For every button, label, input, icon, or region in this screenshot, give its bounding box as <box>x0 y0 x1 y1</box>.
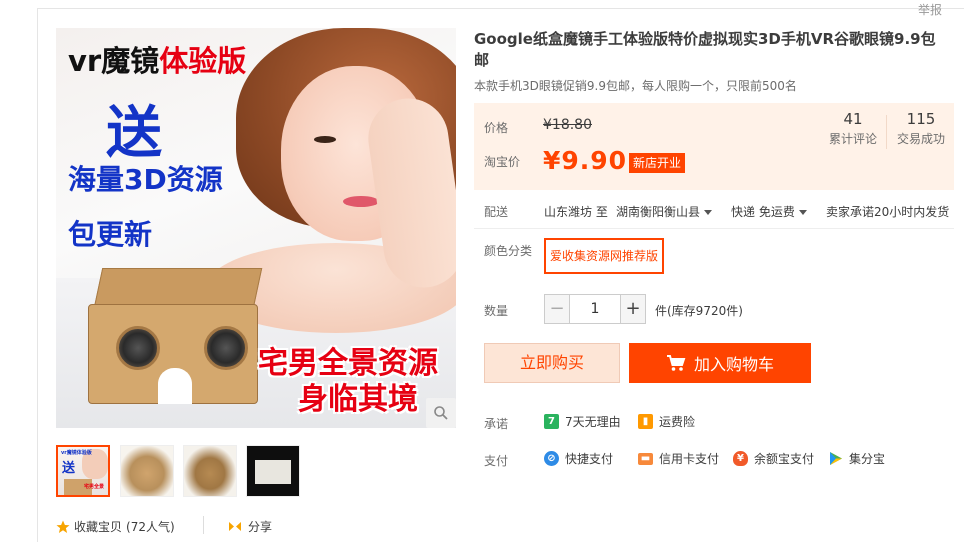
shipping-destination: 湖南衡阳衡山县 <box>616 205 701 219</box>
payment-credit-card[interactable]: ▬ 信用卡支付 <box>638 450 719 467</box>
promise-shipping-insurance[interactable]: ▮ 运费险 <box>638 413 695 430</box>
jifenbao-icon <box>830 452 842 465</box>
new-shop-badge: 新店开业 <box>629 153 686 173</box>
thumbnail-gift: 送 <box>62 461 76 476</box>
payment-jifenbao-label: 集分宝 <box>849 452 886 466</box>
quantity-input[interactable]: 1 <box>570 294 620 324</box>
stat-divider <box>886 115 887 149</box>
magnifier-icon <box>434 406 448 420</box>
cardboard-lens-right <box>204 326 248 370</box>
promise-seven-day-label: 7天无理由 <box>565 415 621 429</box>
promise-seven-day[interactable]: 7 7天无理由 <box>544 413 621 430</box>
thumbnail-caption: vr魔镜体验版 <box>61 450 92 456</box>
shipping-method: 快递 免运费 <box>731 205 795 219</box>
thumbnail-1[interactable]: vr魔镜体验版 送 宅男全景 <box>56 445 110 497</box>
payment-credit-card-label: 信用卡支付 <box>659 452 720 466</box>
thumbnail-paper <box>255 460 291 484</box>
shipping-row: 配送 山东潍坊 至 湖南衡阳衡山县 快递 免运费 卖家承诺20小时内发货 <box>474 197 954 229</box>
cardboard-lens-left <box>116 326 160 370</box>
quantity-decrease-button[interactable]: − <box>544 294 570 324</box>
share-button[interactable]: 分享 <box>228 518 272 535</box>
quantity-stepper: − 1 + <box>544 294 646 324</box>
star-icon <box>56 520 70 533</box>
promo-immersive-text: 身临其境 <box>298 382 418 417</box>
thumbnail-2[interactable] <box>120 445 174 497</box>
shipping-destination-select[interactable]: 湖南衡阳衡山县 <box>616 203 713 220</box>
shipping-from: 山东潍坊 至 <box>544 205 608 219</box>
shipping-promise: 卖家承诺20小时内发货 <box>826 205 950 219</box>
favorite-label: 收藏宝贝 <box>74 520 123 534</box>
share-icon <box>229 522 241 531</box>
chevron-down-icon <box>798 210 807 215</box>
payment-label: 支付 <box>484 454 509 468</box>
zoom-button[interactable] <box>426 398 456 428</box>
color-label: 颜色分类 <box>484 244 533 258</box>
payment-yuebao[interactable]: ¥ 余额宝支付 <box>733 450 814 467</box>
frame-left-border <box>37 8 38 542</box>
promo-vr-text: vr魔镜 <box>68 44 160 78</box>
promise-shipping-insurance-label: 运费险 <box>659 415 696 429</box>
promo-trial-text: 体验版 <box>159 44 247 78</box>
cart-icon <box>666 355 686 371</box>
yuebao-icon: ¥ <box>733 451 748 466</box>
seven-day-icon: 7 <box>544 414 559 429</box>
payment-quick-pay-label: 快捷支付 <box>565 452 614 466</box>
sales-count: 115 <box>906 110 936 128</box>
payment-yuebao-label: 余额宝支付 <box>754 452 815 466</box>
current-price: ¥9.90 <box>543 146 628 175</box>
cardboard-top <box>93 268 263 308</box>
add-to-cart-button[interactable]: 加入购物车 <box>629 343 811 383</box>
favorite-share-divider <box>203 516 204 534</box>
image-eye-left <box>314 136 336 143</box>
quantity-increase-button[interactable]: + <box>620 294 646 324</box>
sales-stat: 115 交易成功 <box>893 110 949 147</box>
payment-jifenbao[interactable]: 集分宝 <box>828 450 885 467</box>
quantity-label: 数量 <box>484 304 509 318</box>
shipping-method-select[interactable]: 快递 免运费 <box>731 203 807 220</box>
promo-vr-title: vr魔镜体验版 <box>68 38 246 80</box>
promo-update-text: 包更新 <box>68 218 153 251</box>
buy-now-button[interactable]: 立即购买 <box>484 343 620 383</box>
report-link[interactable]: 举报 <box>918 1 942 18</box>
price-label: 价格 <box>484 121 509 135</box>
chevron-down-icon <box>704 210 713 215</box>
sales-label: 交易成功 <box>896 132 945 146</box>
promo-gift-text: 送 <box>106 101 162 166</box>
color-option-selected[interactable]: 爱收集资源网推荐版 <box>544 238 665 274</box>
thumbnail-4[interactable] <box>246 445 300 497</box>
cardboard-viewer-graphic <box>78 268 278 418</box>
frame-top-border <box>37 8 964 9</box>
original-price: ¥18.80 <box>543 117 592 133</box>
price-panel: 价格 ¥18.80 淘宝价 ¥9.90 新店开业 41 累计评论 115 交易成… <box>474 103 954 190</box>
taobao-price-label: 淘宝价 <box>484 155 521 169</box>
main-product-image[interactable]: vr魔镜体验版 送 海量3D资源 包更新 宅男全景资源 身临其境 <box>56 28 456 428</box>
image-lips <box>343 196 379 207</box>
shipping-label: 配送 <box>484 205 509 219</box>
reviews-label: 累计评论 <box>828 132 877 146</box>
reviews-stat[interactable]: 41 累计评论 <box>827 110 879 147</box>
add-to-cart-label: 加入购物车 <box>693 355 774 374</box>
product-subtitle: 本款手机3D眼镜促销9.9包邮，每人限购一个，只限前500名 <box>474 79 797 93</box>
quick-pay-icon: ⊘ <box>544 451 559 466</box>
favorite-button[interactable]: 收藏宝贝 (72人气) <box>56 518 175 535</box>
credit-card-icon: ▬ <box>638 452 653 465</box>
share-label: 分享 <box>248 520 273 534</box>
promo-resources-text: 海量3D资源 <box>68 163 223 196</box>
cardboard-nose-cutout <box>158 368 192 404</box>
shipping-insurance-icon: ▮ <box>638 414 653 429</box>
payment-quick-pay[interactable]: ⊘ 快捷支付 <box>544 450 613 467</box>
product-title: Google纸盒魔镜手工体验版特价虚拟现实3D手机VR谷歌眼镜9.9包邮 <box>474 30 936 69</box>
thumbnail-3[interactable] <box>183 445 237 497</box>
reviews-count: 41 <box>843 110 863 128</box>
thumbnail-red-caption: 宅男全景 <box>84 484 105 490</box>
promise-label: 承诺 <box>484 417 509 431</box>
stock-text: 件(库存9720件) <box>655 304 743 318</box>
favorite-count: (72人气) <box>126 520 175 534</box>
